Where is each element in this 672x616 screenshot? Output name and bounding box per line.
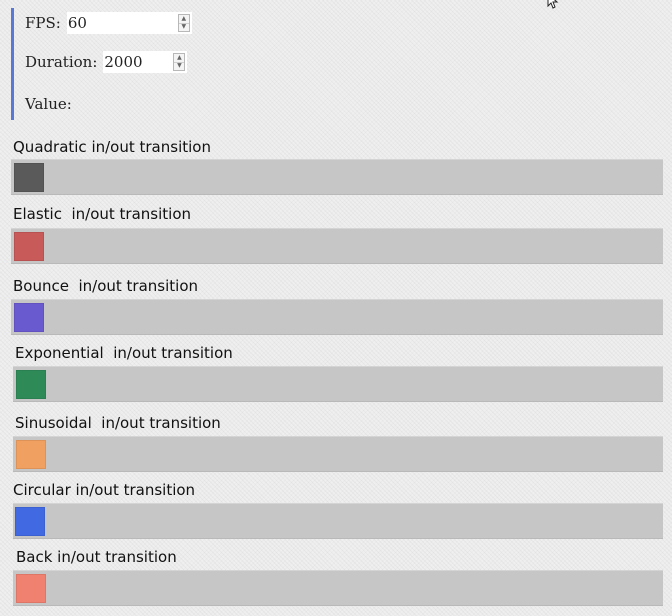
transition-box-quadratic[interactable]: [14, 163, 44, 192]
transition-title-sinusoidal: Sinusoidal in/out transition: [15, 414, 221, 432]
transition-track-back: [13, 570, 663, 606]
transition-title-back: Back in/out transition: [16, 548, 177, 566]
duration-spinbox[interactable]: ▲ ▼: [103, 51, 188, 73]
fps-input[interactable]: [67, 13, 173, 33]
transition-box-elastic[interactable]: [14, 232, 44, 261]
fps-label: FPS:: [25, 14, 61, 32]
mouse-cursor-icon: [547, 0, 559, 9]
transition-title-elastic: Elastic in/out transition: [13, 205, 192, 223]
transition-box-bounce[interactable]: [14, 303, 44, 332]
transition-title-circular: Circular in/out transition: [13, 481, 196, 499]
duration-input[interactable]: [104, 52, 169, 72]
transition-title-quadratic: Quadratic in/out transition: [13, 138, 211, 156]
transition-box-sinusoidal[interactable]: [16, 440, 46, 469]
transition-track-quadratic: [11, 159, 663, 195]
duration-row: Duration: ▲ ▼: [25, 51, 188, 73]
duration-increment-icon[interactable]: ▲: [174, 54, 184, 62]
transition-box-circular[interactable]: [15, 507, 45, 536]
value-row: Value:: [25, 93, 78, 115]
duration-decrement-icon[interactable]: ▼: [174, 61, 185, 71]
transition-track-elastic: [11, 228, 663, 264]
transition-track-circular: [13, 503, 663, 539]
transition-title-exponential: Exponential in/out transition: [15, 344, 233, 362]
fps-increment-icon[interactable]: ▲: [179, 15, 189, 23]
value-label: Value:: [25, 95, 72, 113]
controls-panel: FPS: ▲ ▼ Duration: ▲ ▼ Value:: [11, 8, 204, 120]
fps-spinbox[interactable]: ▲ ▼: [66, 12, 192, 34]
transition-track-sinusoidal: [13, 436, 663, 472]
fps-spin-buttons[interactable]: ▲ ▼: [177, 14, 190, 32]
fps-decrement-icon[interactable]: ▼: [178, 22, 189, 32]
transition-track-bounce: [11, 299, 663, 335]
duration-label: Duration:: [25, 53, 98, 71]
transition-title-bounce: Bounce in/out transition: [13, 277, 199, 295]
duration-spin-buttons[interactable]: ▲ ▼: [173, 53, 186, 71]
transition-track-exponential: [13, 366, 663, 402]
fps-row: FPS: ▲ ▼: [25, 12, 192, 34]
transition-box-exponential[interactable]: [16, 370, 46, 399]
transition-box-back[interactable]: [16, 574, 46, 603]
